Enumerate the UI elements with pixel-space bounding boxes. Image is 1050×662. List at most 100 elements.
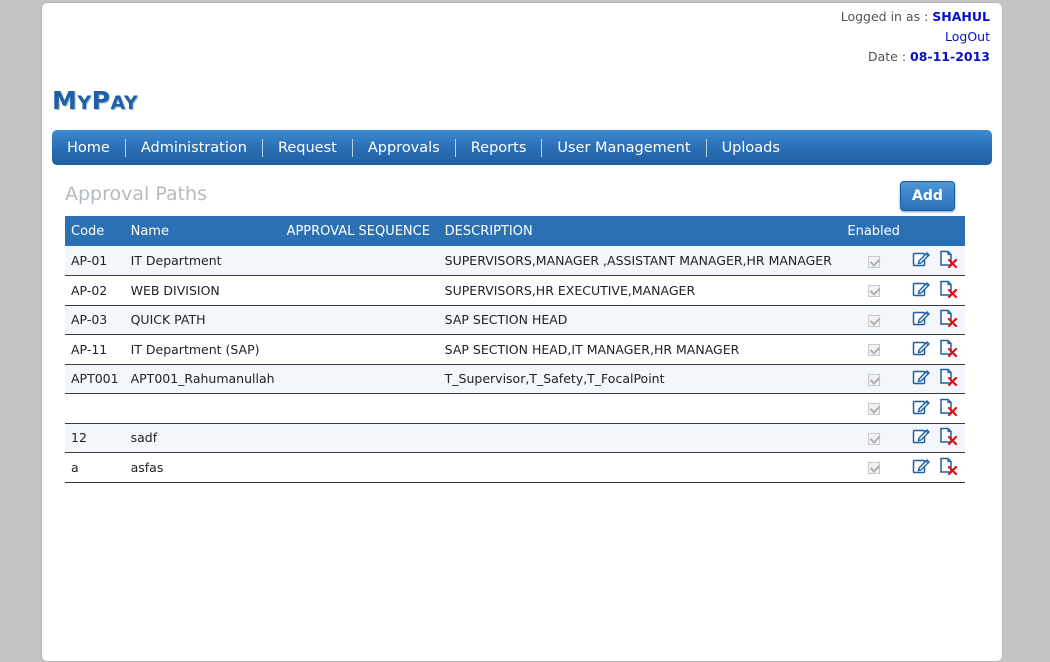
- table-row: [65, 393, 965, 424]
- logged-in-label: Logged in as :: [840, 9, 929, 24]
- delete-icon[interactable]: [938, 249, 958, 272]
- table-body: AP-01 IT Department SUPERVISORS,MANAGER ,A…: [65, 246, 965, 483]
- table-row: 12 sadf: [65, 423, 965, 453]
- page-title: Approval Paths: [65, 183, 207, 205]
- cell-enabled: [841, 275, 906, 306]
- edit-icon[interactable]: [912, 309, 930, 330]
- date-label: Date :: [867, 49, 907, 64]
- cell-name: WEB DIVISION: [124, 275, 281, 306]
- enabled-checkbox: [867, 344, 880, 357]
- date-line: Date : 08-11-2013: [841, 47, 990, 67]
- delete-icon[interactable]: [938, 279, 958, 302]
- header-name[interactable]: Name: [124, 216, 281, 246]
- delete-icon[interactable]: [938, 338, 958, 361]
- cell-code: APT001: [65, 364, 125, 394]
- nav-administration[interactable]: Administration: [126, 138, 263, 157]
- enabled-checkbox: [867, 403, 880, 416]
- edit-icon[interactable]: [912, 368, 930, 389]
- cell-code: a: [65, 452, 125, 483]
- nav-request[interactable]: Request: [263, 138, 353, 157]
- cell-name: asfas: [124, 452, 281, 483]
- cell-approval-sequence: [280, 452, 439, 483]
- cell-enabled: [841, 246, 906, 276]
- nav-uploads[interactable]: Uploads: [707, 139, 795, 157]
- nav-reports[interactable]: Reports: [456, 138, 543, 157]
- cell-description: SAP SECTION HEAD: [438, 305, 842, 335]
- cell-code: [65, 393, 125, 424]
- table-row: AP-01 IT Department SUPERVISORS,MANAGER ,A…: [65, 246, 965, 276]
- cell-name: IT Department (SAP): [124, 334, 281, 365]
- enabled-checkbox: [867, 314, 880, 327]
- table-header-row: Code Name APPROVAL SEQUENCE DESCRIPTION …: [65, 216, 965, 246]
- cell-actions: [905, 334, 965, 365]
- cell-name: APT001_Rahumanullah: [124, 364, 281, 394]
- cell-description: [438, 452, 842, 483]
- edit-icon[interactable]: [912, 280, 930, 301]
- cell-enabled: [841, 393, 906, 424]
- delete-icon[interactable]: [938, 456, 958, 479]
- edit-icon[interactable]: [912, 339, 930, 360]
- cell-description: T_Supervisor,T_Safety,T_FocalPoint: [438, 364, 842, 394]
- header-description[interactable]: DESCRIPTION: [438, 216, 842, 246]
- delete-icon[interactable]: [938, 426, 958, 449]
- cell-approval-sequence: [280, 275, 439, 306]
- date-value: 08-11-2013: [910, 49, 990, 64]
- page-container: Logged in as : SHAHUL LogOut Date : 08-1…: [41, 2, 1003, 662]
- cell-enabled: [841, 334, 906, 365]
- cell-actions: [905, 305, 965, 335]
- table-row: APT001 APT001_Rahumanullah T_Supervisor,T_…: [65, 364, 965, 394]
- edit-icon[interactable]: [912, 250, 930, 271]
- nav-home[interactable]: Home: [52, 138, 126, 157]
- cell-actions: [905, 393, 965, 424]
- cell-description: [438, 393, 842, 424]
- edit-icon[interactable]: [912, 427, 930, 448]
- cell-code: AP-11: [65, 334, 125, 365]
- enabled-checkbox: [867, 462, 880, 475]
- enabled-checkbox: [867, 432, 880, 445]
- header-enabled[interactable]: Enabled: [841, 216, 906, 246]
- delete-icon[interactable]: [938, 308, 958, 331]
- cell-approval-sequence: [280, 305, 439, 335]
- cell-description: SUPERVISORS,HR EXECUTIVE,MANAGER: [438, 275, 842, 306]
- logged-in-line: Logged in as : SHAHUL: [841, 7, 990, 27]
- cell-actions: [905, 275, 965, 306]
- table-row: AP-02 WEB DIVISION SUPERVISORS,HR EXECUTIV…: [65, 275, 965, 306]
- cell-actions: [905, 452, 965, 483]
- cell-approval-sequence: [280, 423, 439, 453]
- header-approval-sequence[interactable]: APPROVAL SEQUENCE: [280, 216, 439, 246]
- delete-icon[interactable]: [938, 397, 958, 420]
- cell-name: sadf: [124, 423, 281, 453]
- header-actions: [905, 216, 965, 246]
- username: SHAHUL: [932, 9, 990, 24]
- cell-approval-sequence: [280, 393, 439, 424]
- logout-link[interactable]: LogOut: [945, 29, 990, 44]
- add-button[interactable]: Add: [900, 181, 955, 211]
- nav-approvals[interactable]: Approvals: [353, 138, 456, 157]
- cell-enabled: [841, 305, 906, 335]
- cell-name: IT Department: [124, 246, 281, 276]
- header-code[interactable]: Code: [65, 216, 125, 246]
- cell-enabled: [841, 452, 906, 483]
- edit-icon[interactable]: [912, 398, 930, 419]
- cell-code: AP-02: [65, 275, 125, 306]
- cell-description: SUPERVISORS,MANAGER ,ASSISTANT MANAGER,H…: [438, 246, 842, 276]
- login-info: Logged in as : SHAHUL LogOut Date : 08-1…: [841, 7, 990, 67]
- table-row: AP-11 IT Department (SAP) SAP SECTION HEAD…: [65, 334, 965, 365]
- nav-user-management[interactable]: User Management: [542, 138, 707, 157]
- cell-approval-sequence: [280, 334, 439, 365]
- table-row: a asfas: [65, 452, 965, 483]
- cell-actions: [905, 423, 965, 453]
- table-row: AP-03 QUICK PATH SAP SECTION HEAD: [65, 305, 965, 335]
- cell-enabled: [841, 423, 906, 453]
- cell-code: 12: [65, 423, 125, 453]
- cell-name: [124, 393, 281, 424]
- edit-icon[interactable]: [912, 457, 930, 478]
- cell-enabled: [841, 364, 906, 394]
- approval-paths-table: Code Name APPROVAL SEQUENCE DESCRIPTION …: [65, 216, 965, 483]
- delete-icon[interactable]: [938, 367, 958, 390]
- cell-actions: [905, 246, 965, 276]
- enabled-checkbox: [867, 285, 880, 298]
- cell-code: AP-01: [65, 246, 125, 276]
- cell-description: [438, 423, 842, 453]
- cell-name: QUICK PATH: [124, 305, 281, 335]
